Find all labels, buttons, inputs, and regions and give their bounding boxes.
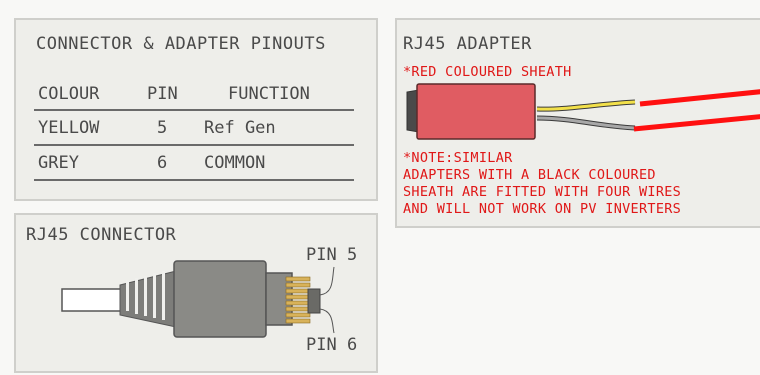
- adapter-panel: RJ45 ADAPTER *RED COLOURED SHEATH *NOTE:…: [395, 18, 760, 228]
- connector-panel: RJ45 CONNECTOR PIN 5 PIN 6: [14, 213, 378, 373]
- note-line: *NOTE:SIMILAR: [403, 150, 513, 166]
- row-divider: [34, 144, 354, 146]
- row-colour: YELLOW: [38, 118, 100, 138]
- header-function: FUNCTION: [228, 84, 310, 104]
- pin-6-leader: [319, 308, 335, 334]
- red-lead-bottom: [633, 114, 760, 132]
- adapter-warning-note: *NOTE:SIMILAR ADAPTERS WITH A BLACK COLO…: [403, 150, 681, 218]
- connector-illustration: [61, 260, 335, 338]
- row-pin: 6: [157, 153, 168, 173]
- row-colour: GREY: [38, 153, 79, 173]
- note-line: AND WILL NOT WORK ON PV INVERTERS: [403, 201, 682, 217]
- pinouts-panel: CONNECTOR & ADAPTER PINOUTS COLOUR PIN F…: [14, 18, 378, 201]
- note-line: ADAPTERS WITH A BLACK COLOURED: [403, 167, 656, 183]
- pinouts-title: CONNECTOR & ADAPTER PINOUTS: [36, 34, 326, 54]
- row-pin: 5: [157, 118, 168, 138]
- grey-wire-fill: [536, 116, 636, 130]
- connector-cable: [61, 288, 123, 312]
- connector-tip: [307, 288, 321, 314]
- header-divider: [34, 109, 354, 111]
- row-divider: [34, 179, 354, 181]
- red-lead-top: [639, 89, 760, 107]
- adapter-sheath: [416, 83, 536, 140]
- note-line: SHEATH ARE FITTED WITH FOUR WIRES: [403, 184, 682, 200]
- header-colour: COLOUR: [38, 84, 100, 104]
- header-pin: PIN: [147, 84, 178, 104]
- connector-body: [173, 260, 267, 338]
- pin-5-leader: [319, 266, 335, 296]
- row-function: COMMON: [204, 153, 266, 173]
- row-function: Ref Gen: [204, 118, 276, 138]
